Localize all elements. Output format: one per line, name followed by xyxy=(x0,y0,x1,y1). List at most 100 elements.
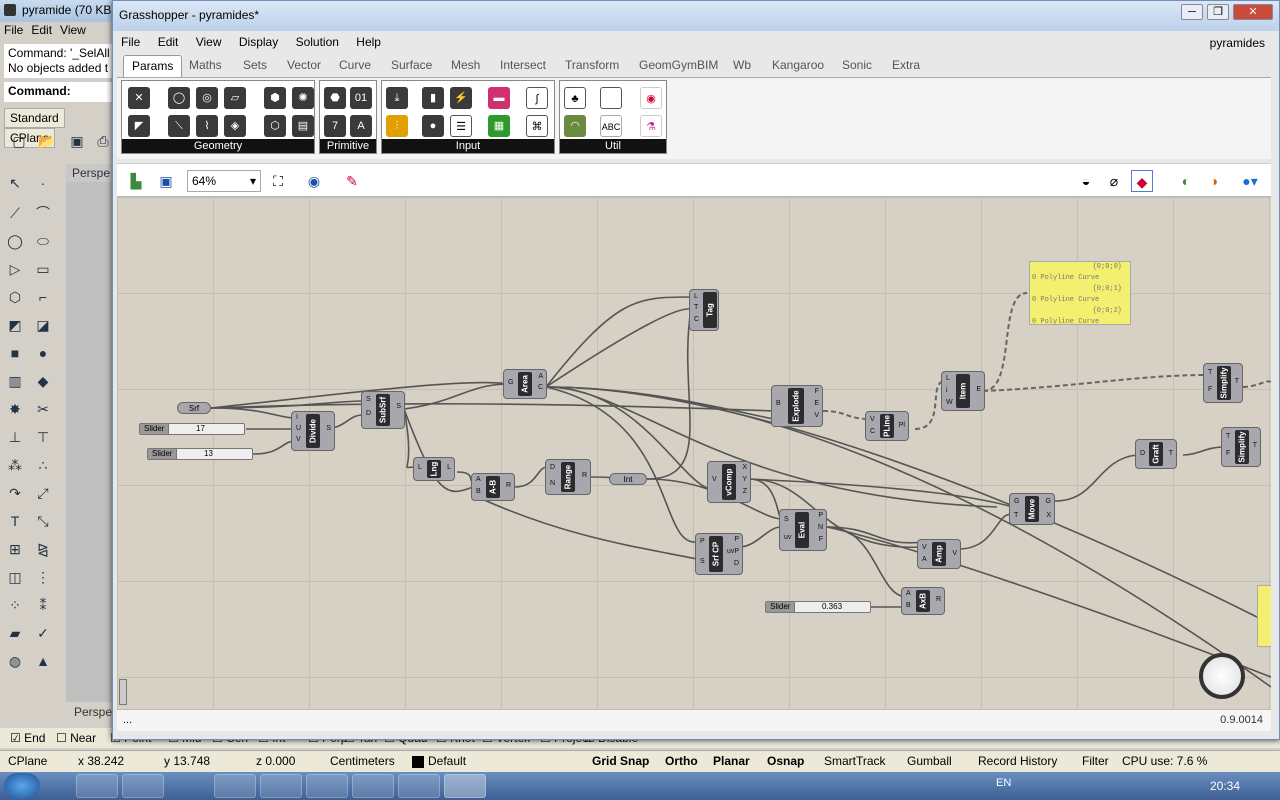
vector-param-icon[interactable]: ▤ xyxy=(292,115,314,137)
move-component[interactable]: G T G X Move xyxy=(1009,493,1055,525)
join-icon[interactable]: ⊤ xyxy=(32,426,54,448)
srf-param[interactable]: Srf xyxy=(177,402,211,414)
point-grid-icon[interactable]: ⁘ xyxy=(4,594,26,616)
vector-components-component[interactable]: V X Y ZvComp xyxy=(707,461,751,503)
zoom-extents-icon[interactable]: ⛶ xyxy=(267,170,289,192)
planar-button[interactable]: Planar xyxy=(713,754,750,768)
canvas-scrollbar-handle[interactable] xyxy=(119,679,127,705)
viewport-label[interactable]: Perspe xyxy=(66,164,116,182)
mirror-icon[interactable]: ⧎ xyxy=(32,538,54,560)
preview-mode-icon[interactable]: ◒ xyxy=(1075,170,1097,192)
control-knob-icon[interactable]: ● xyxy=(422,115,444,137)
perspective-viewport[interactable] xyxy=(66,182,116,702)
scale-icon[interactable]: ⤢ xyxy=(32,482,54,504)
osnap-near[interactable]: ☐ Near xyxy=(56,731,96,745)
number-param-icon[interactable]: 7 xyxy=(324,115,346,137)
brep-param-icon[interactable]: ⬢ xyxy=(264,87,286,109)
print-icon[interactable]: ⎙ xyxy=(92,130,114,152)
box-icon[interactable]: ■ xyxy=(4,342,26,364)
tab-sets[interactable]: Sets xyxy=(243,58,267,72)
start-button[interactable] xyxy=(4,773,40,799)
rhino-command-prompt[interactable]: Command: xyxy=(4,82,112,102)
explode-component[interactable]: B F E V Explode xyxy=(771,385,823,427)
area-component[interactable]: G A C Area xyxy=(503,369,547,399)
new-file-icon[interactable]: ▢ xyxy=(8,130,30,152)
acrobat-icon[interactable] xyxy=(260,774,302,798)
data-panel[interactable]: {0;0;0} 0 Polyline Curve {0;0;1} 0 Polyl… xyxy=(1029,261,1131,326)
zoom-selector[interactable]: 64% ▾ xyxy=(187,170,261,192)
clock[interactable]: 20:34 xyxy=(1210,779,1240,793)
photoshop-icon[interactable] xyxy=(214,774,256,798)
tab-standard[interactable]: Standard xyxy=(4,108,65,128)
slider-divisions-u[interactable]: Slider 17 xyxy=(139,423,245,435)
rectangle-icon[interactable]: ▭ xyxy=(32,258,54,280)
cylinder-icon[interactable]: ▥ xyxy=(4,370,26,392)
list-item-component[interactable]: Li W E Item xyxy=(941,371,985,411)
fitness-landscape-icon[interactable]: ◠ xyxy=(564,115,586,137)
gradient-icon[interactable]: ▬ xyxy=(488,87,510,109)
gh-canvas[interactable]: Srf Slider 17 Slider 13 Slider 0.363 I U V S Di… xyxy=(117,197,1271,709)
language-indicator[interactable]: EN xyxy=(996,777,1011,789)
gh-document-name[interactable]: pyramides xyxy=(1210,36,1265,50)
line-param-icon[interactable]: ⟍ xyxy=(168,115,190,137)
select-arrow-icon[interactable]: ↖ xyxy=(4,172,26,194)
snap-icon[interactable]: ⁑ xyxy=(32,594,54,616)
ortho-button[interactable]: Ortho xyxy=(665,754,698,768)
tab-sonic[interactable]: Sonic xyxy=(842,58,872,72)
value-list-icon[interactable]: ☰ xyxy=(450,115,472,137)
gh-menu-edit[interactable]: Edit xyxy=(158,35,179,49)
mesh-icon[interactable]: ◆ xyxy=(32,370,54,392)
minimize-button[interactable]: ─ xyxy=(1181,4,1203,20)
record-history-button[interactable]: Record History xyxy=(978,754,1057,768)
text-param-icon[interactable]: A xyxy=(350,115,372,137)
amplitude-component[interactable]: V A V Amp xyxy=(917,539,961,569)
gh-menu-help[interactable]: Help xyxy=(356,35,381,49)
curve-param-icon[interactable]: ◤ xyxy=(128,115,150,137)
ribbon-group-label[interactable]: Primitive xyxy=(320,139,376,153)
slider-divisions-v[interactable]: Slider 13 xyxy=(147,448,253,460)
grid-snap-button[interactable]: Grid Snap xyxy=(592,754,649,768)
box-param-icon[interactable]: ▱ xyxy=(224,87,246,109)
tab-intersect[interactable]: Intersect xyxy=(500,58,546,72)
split-icon[interactable]: ⊥ xyxy=(4,426,26,448)
photoshop-window-icon[interactable] xyxy=(398,774,440,798)
dimension-icon[interactable]: ⤡ xyxy=(32,510,54,532)
material-icon[interactable]: ▰ xyxy=(4,622,26,644)
gradient-legend-icon[interactable] xyxy=(600,87,622,109)
check-icon[interactable]: ✓ xyxy=(32,622,54,644)
display-settings-icon[interactable]: ●▾ xyxy=(1239,170,1261,192)
flask-icon[interactable]: ⚗ xyxy=(640,115,662,137)
rhino-taskbar-icon[interactable] xyxy=(444,774,486,798)
tag-component[interactable]: L T C Tag xyxy=(689,289,719,331)
filter-button[interactable]: Filter xyxy=(1082,754,1109,768)
trim-icon[interactable]: ✂ xyxy=(32,398,54,420)
save-icon[interactable]: ▣ xyxy=(66,130,88,152)
length-component[interactable]: L L Lng xyxy=(413,457,455,481)
tab-maths[interactable]: Maths xyxy=(189,58,222,72)
open-folder-icon[interactable]: 📂 xyxy=(36,130,58,152)
ungroup-icon[interactable]: ∴ xyxy=(32,454,54,476)
boolean-toggle-icon[interactable]: ⚡ xyxy=(450,87,472,109)
osnap-end[interactable]: ☑ End xyxy=(10,731,45,745)
status-cplane[interactable]: CPlane xyxy=(8,754,47,768)
surface-icon[interactable]: ◩ xyxy=(4,314,26,336)
boolean-param-icon[interactable]: ⬣ xyxy=(324,87,346,109)
int-param[interactable]: Int xyxy=(609,473,647,485)
subtraction-component[interactable]: A B R A-B xyxy=(471,473,515,501)
curve-icon[interactable]: ⌒ xyxy=(32,202,54,224)
plane-param-icon[interactable]: ⌇ xyxy=(196,115,218,137)
rhino-menu-view[interactable]: View xyxy=(60,23,86,37)
circular-arc-param-icon[interactable]: ◎ xyxy=(196,87,218,109)
multiplication-component[interactable]: A B R AxB xyxy=(901,587,945,615)
integer-param-icon[interactable]: 01 xyxy=(350,87,372,109)
close-button[interactable]: ✕ xyxy=(1233,4,1273,20)
import-icon[interactable]: ⤓ xyxy=(386,87,408,109)
simplify-component-2[interactable]: T F T Simplify xyxy=(1221,427,1261,467)
range-component[interactable]: D N R Range xyxy=(545,459,591,495)
shaded-preview-icon[interactable]: ◆ xyxy=(1131,170,1153,192)
render-icon[interactable]: ◍ xyxy=(4,650,26,672)
colour-swatch-icon[interactable]: ▦ xyxy=(488,115,510,137)
explorer-icon[interactable] xyxy=(76,774,118,798)
chrome-icon[interactable] xyxy=(122,774,164,798)
tab-params[interactable]: Params xyxy=(123,55,183,77)
